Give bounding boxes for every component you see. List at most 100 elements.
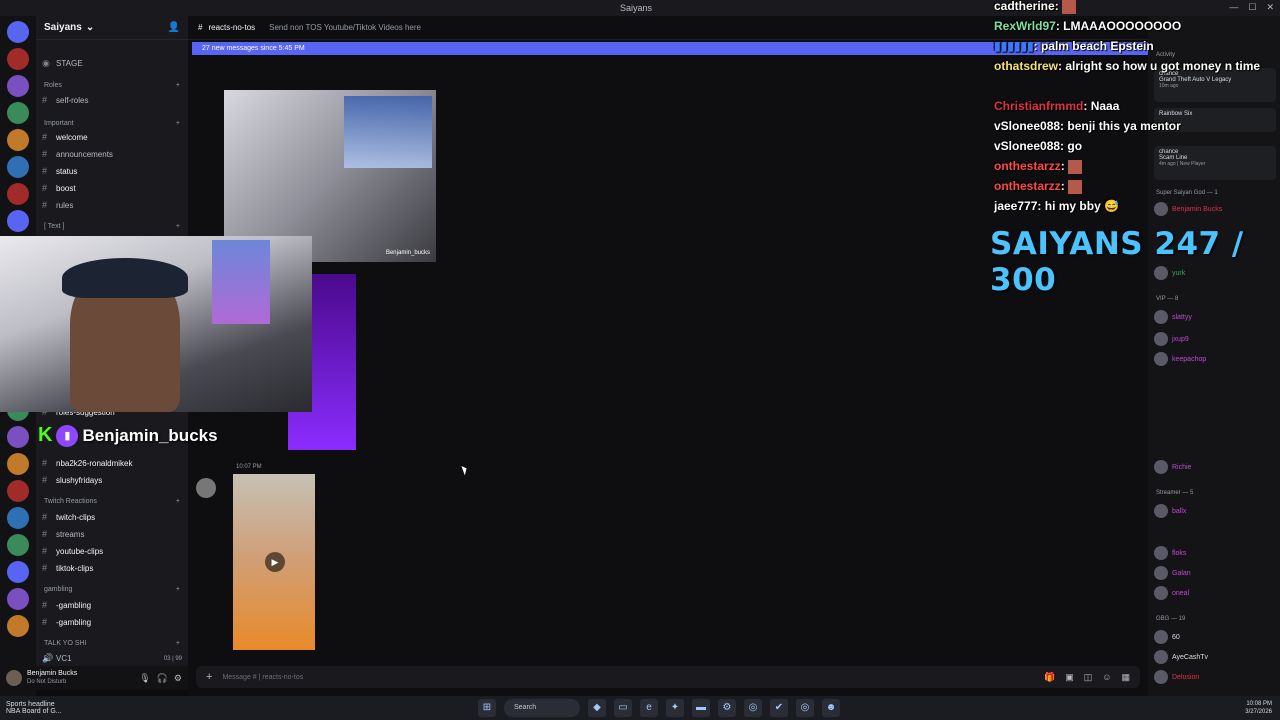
- server-icon[interactable]: [7, 156, 29, 178]
- settings-icon[interactable]: ⚙: [718, 699, 736, 717]
- member-item[interactable]: AyeCashTv: [1154, 650, 1278, 664]
- server-icon[interactable]: [7, 615, 29, 637]
- webcam-overlay: [0, 236, 312, 412]
- server-icon[interactable]: [7, 21, 29, 43]
- server-icon[interactable]: [7, 507, 29, 529]
- member-group-label: Streamer — 5: [1156, 490, 1194, 496]
- sticker-icon[interactable]: ◫: [1084, 672, 1093, 683]
- add-channel-icon[interactable]: +: [176, 586, 180, 593]
- gift-icon[interactable]: 🎁: [1044, 672, 1055, 683]
- add-attachment-icon[interactable]: +: [206, 671, 212, 683]
- gear-icon[interactable]: ⚙: [174, 673, 182, 684]
- stage-channel[interactable]: ◉ STAGE: [42, 58, 182, 69]
- avatar[interactable]: [6, 670, 22, 686]
- edge-icon[interactable]: e: [640, 699, 658, 717]
- category-twitch-reactions[interactable]: Twitch Reactions +: [36, 498, 188, 505]
- server-icon[interactable]: [7, 75, 29, 97]
- channel-welcome[interactable]: # welcome: [42, 132, 182, 142]
- taskbar-search[interactable]: Search: [504, 699, 580, 717]
- channel-tiktok-clips[interactable]: # tiktok-clips: [42, 563, 182, 573]
- server-icon[interactable]: [7, 561, 29, 583]
- add-channel-icon[interactable]: +: [176, 498, 180, 505]
- member-item[interactable]: floks: [1154, 546, 1278, 560]
- microphone-icon[interactable]: 🎙: [139, 673, 150, 684]
- news-widget[interactable]: Sports headline NBA Board of G...: [6, 701, 62, 715]
- streamer-beanie: [62, 258, 188, 298]
- server-icon[interactable]: [7, 534, 29, 556]
- channel-twitch-clips[interactable]: # twitch-clips: [42, 512, 182, 522]
- server-icon[interactable]: [7, 129, 29, 151]
- streamer-name: Benjamin_bucks: [82, 425, 218, 445]
- category-text[interactable]: [ Text ] +: [36, 223, 188, 230]
- channel-announcements[interactable]: # announcements: [42, 149, 182, 159]
- kick-icon: K: [38, 424, 53, 446]
- server-icon[interactable]: [7, 588, 29, 610]
- channel-slushyfridays[interactable]: # slushyfridays: [42, 475, 182, 485]
- folder-icon[interactable]: ▬: [692, 699, 710, 717]
- server-header[interactable]: Saiyans ⌄ 👤: [36, 16, 188, 40]
- member-item[interactable]: jxup9: [1154, 332, 1278, 346]
- username: Benjamin Bucks: [27, 670, 78, 677]
- task-view-icon[interactable]: ▭: [614, 699, 632, 717]
- avatar: [1154, 460, 1168, 474]
- gif-icon[interactable]: ▣: [1065, 672, 1074, 683]
- chrome-icon[interactable]: ◎: [744, 699, 762, 717]
- message-video[interactable]: ▶: [233, 474, 315, 650]
- voice-channel-vc1[interactable]: 🔊 VC1 03 | 99: [42, 653, 182, 664]
- channel-nba2k26[interactable]: # nba2k26-ronaldmikek: [42, 458, 182, 468]
- server-icon[interactable]: [7, 453, 29, 475]
- add-channel-icon[interactable]: +: [176, 82, 180, 89]
- member-item[interactable]: Richie: [1154, 460, 1278, 474]
- message-input[interactable]: Message # | reacts-no-tos: [222, 674, 303, 681]
- member-item[interactable]: keepachop: [1154, 352, 1278, 366]
- system-clock[interactable]: 10:08 PM 3/27/2026: [1245, 700, 1272, 716]
- add-channel-icon[interactable]: +: [176, 640, 180, 647]
- channel-self-roles[interactable]: # self-roles: [42, 95, 182, 105]
- chat-line: onthestarzz:: [994, 176, 1274, 196]
- chat-line: vSlonee088: go: [994, 139, 1083, 153]
- channel-rules[interactable]: # rules: [42, 200, 182, 210]
- member-item[interactable]: Delusion: [1154, 670, 1278, 684]
- member-item[interactable]: Galan: [1154, 566, 1278, 580]
- discord-icon[interactable]: ☻: [822, 699, 840, 717]
- avatar: [1154, 332, 1168, 346]
- channel-youtube-clips[interactable]: # youtube-clips: [42, 546, 182, 556]
- apps-icon[interactable]: ▦: [1121, 672, 1130, 683]
- member-item[interactable]: slattyy: [1154, 310, 1278, 324]
- category-talk[interactable]: TALK YO SHI +: [36, 640, 188, 647]
- image-caption: Benjamin_bucks: [385, 250, 430, 256]
- channel-gambling-2[interactable]: # -gambling: [42, 617, 182, 627]
- category-important[interactable]: Important +: [36, 120, 188, 127]
- server-icon[interactable]: [7, 102, 29, 124]
- emoji-icon[interactable]: ☺: [1102, 672, 1111, 683]
- server-icon[interactable]: [7, 183, 29, 205]
- windows-start-icon[interactable]: ⊞: [478, 699, 496, 717]
- server-icon[interactable]: [7, 480, 29, 502]
- chrome-icon[interactable]: ◎: [796, 699, 814, 717]
- server-icon[interactable]: [7, 426, 29, 448]
- member-item[interactable]: 60: [1154, 630, 1278, 644]
- category-roles[interactable]: Roles +: [36, 82, 188, 89]
- app-icon[interactable]: ◆: [588, 699, 606, 717]
- play-icon[interactable]: ▶: [265, 552, 285, 572]
- category-gambling[interactable]: gambling +: [36, 586, 188, 593]
- channel-gambling-1[interactable]: # -gambling: [42, 600, 182, 610]
- add-channel-icon[interactable]: +: [176, 120, 180, 127]
- server-icon[interactable]: [7, 48, 29, 70]
- server-icon[interactable]: [7, 210, 29, 232]
- add-member-icon[interactable]: 👤: [168, 22, 180, 33]
- headphones-icon[interactable]: 🎧: [157, 673, 168, 684]
- app-icon[interactable]: ✔: [770, 699, 788, 717]
- channel-boost[interactable]: # boost: [42, 183, 182, 193]
- channel-status[interactable]: # status: [42, 166, 182, 176]
- speaker-icon: 🔊: [42, 653, 54, 663]
- member-item[interactable]: oneal: [1154, 586, 1278, 600]
- member-item[interactable]: ballx: [1154, 504, 1278, 518]
- channel-streams[interactable]: # streams: [42, 529, 182, 539]
- copilot-icon[interactable]: ✦: [666, 699, 684, 717]
- chat-line: RexWrld97: LMAAAOOOOOOOO: [994, 19, 1182, 33]
- message-composer[interactable]: + Message # | reacts-no-tos 🎁 ▣ ◫ ☺ ▦: [196, 666, 1140, 688]
- avatar[interactable]: [196, 478, 216, 498]
- add-channel-icon[interactable]: +: [176, 223, 180, 230]
- avatar: [1154, 352, 1168, 366]
